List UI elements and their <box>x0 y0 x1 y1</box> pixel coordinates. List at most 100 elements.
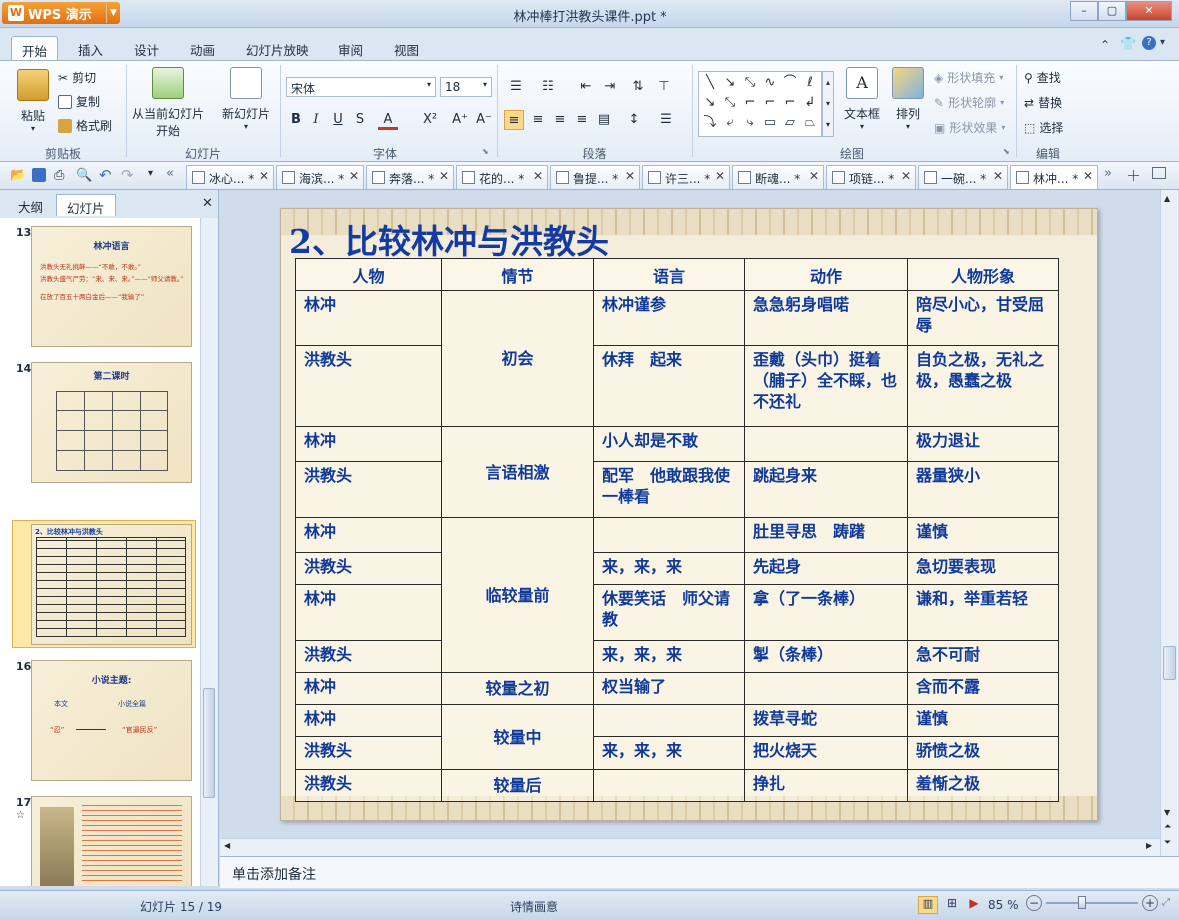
table-cell[interactable]: 林冲谨参 <box>593 290 745 346</box>
paste-button[interactable]: 粘贴 ▾ <box>16 69 50 133</box>
new-tab-icon[interactable]: ＋ <box>1126 165 1141 186</box>
help-icon[interactable]: ? <box>1142 36 1156 50</box>
scribble-shape-icon[interactable]: ℓ <box>800 73 820 93</box>
comparison-table[interactable]: 人物 情节 语言 动作 人物形象 林冲 初会 林冲谨参 急急躬身唱喏 陪尽小心，… <box>295 258 1059 802</box>
doc-tab[interactable]: 许三... * ✕ <box>642 165 730 189</box>
connector-shape-icon[interactable]: ↘ <box>700 93 720 113</box>
close-tab-icon[interactable]: ✕ <box>625 169 635 183</box>
normal-view-icon[interactable]: ▥ <box>918 896 938 914</box>
rectangle-shape-icon[interactable]: ▭ <box>760 113 780 133</box>
table-cell[interactable]: 挣扎 <box>744 769 908 802</box>
trapezoid-shape-icon[interactable]: ⏢ <box>800 113 820 133</box>
scroll-down-icon[interactable]: ▼ <box>1164 808 1170 817</box>
from-current-slide-button[interactable]: 从当前幻灯片 开始 <box>130 67 206 139</box>
doc-tab[interactable]: 花的... * ✕ <box>456 165 548 189</box>
previous-slide-icon[interactable]: ⏶ <box>1164 822 1171 832</box>
table-cell[interactable]: 林冲 <box>295 426 442 462</box>
slide-vertical-scrollbar[interactable]: ▲ ▼ ⏶ ⏷ <box>1160 190 1178 856</box>
doc-tab[interactable]: 鲁提... * ✕ <box>550 165 640 189</box>
tab-design[interactable]: 设计 <box>124 36 169 60</box>
shape-effect-button[interactable]: ▣ 形状效果 ▾ <box>934 119 1005 136</box>
table-cell[interactable]: 含而不露 <box>907 672 1059 705</box>
save-icon[interactable] <box>32 168 46 182</box>
close-tab-icon[interactable]: ✕ <box>901 169 911 183</box>
table-cell[interactable]: 林冲 <box>295 290 442 346</box>
redo-icon[interactable]: ↷ <box>121 166 134 184</box>
slide-scroll-thumb[interactable] <box>1163 646 1176 680</box>
line-shape-icon[interactable]: ╲ <box>700 73 720 93</box>
table-cell[interactable]: 临较量前 <box>441 517 594 673</box>
table-cell[interactable]: 洪教头 <box>295 345 442 427</box>
table-cell[interactable]: 肚里寻思 踌躇 <box>744 517 908 553</box>
header-cell[interactable]: 情节 <box>441 258 594 291</box>
zoom-slider[interactable] <box>1046 902 1138 904</box>
scroll-up-icon[interactable]: ▲ <box>1164 194 1170 203</box>
slide-thumbnail[interactable]: 第二课时 <box>31 362 192 483</box>
align-center-button[interactable]: ≡ <box>528 110 548 130</box>
justify-button[interactable]: ≡ <box>572 110 592 130</box>
table-cell[interactable]: 骄愤之极 <box>907 736 1059 770</box>
numbering-button[interactable]: ☷ <box>538 77 558 97</box>
scroll-tabs-left-icon[interactable]: « <box>166 166 174 181</box>
table-cell[interactable]: 权当输了 <box>593 672 745 705</box>
font-name-combo[interactable]: 宋体 ▾ <box>286 77 436 97</box>
elbow-double-arrow-icon[interactable]: ⌐ <box>780 93 800 113</box>
table-cell[interactable]: 较量中 <box>441 704 594 770</box>
ribbon-collapse-icon[interactable]: ⌃ <box>1100 38 1110 52</box>
table-cell[interactable] <box>744 672 908 705</box>
chevron-down-icon[interactable]: ▾ <box>1160 37 1165 48</box>
elbow-arrow-icon[interactable]: ⌐ <box>760 93 780 113</box>
table-cell[interactable]: 洪教头 <box>295 552 442 585</box>
align-right-button[interactable]: ≡ <box>550 110 570 130</box>
slide-thumbnail[interactable] <box>31 796 192 886</box>
slide-title[interactable]: 2、比较林冲与洪教头 <box>289 215 609 263</box>
table-cell[interactable]: 羞惭之极 <box>907 769 1059 802</box>
arrow-shape-icon[interactable]: ↘ <box>720 73 740 93</box>
grow-font-button[interactable]: A⁺ <box>450 110 470 130</box>
table-cell[interactable]: 极力退让 <box>907 426 1059 462</box>
shape-fill-button[interactable]: ◈ 形状填充 ▾ <box>934 69 1003 86</box>
table-cell[interactable]: 洪教头 <box>295 640 442 673</box>
shape-outline-button[interactable]: ✎ 形状轮廓 ▾ <box>934 94 1004 111</box>
arrange-button[interactable]: 排列 ▾ <box>888 67 928 131</box>
table-cell[interactable]: 谨慎 <box>907 704 1059 737</box>
table-cell[interactable]: 拨草寻蛇 <box>744 704 908 737</box>
close-tab-icon[interactable]: ✕ <box>715 169 725 183</box>
table-cell[interactable]: 陪尽小心，甘受屈辱 <box>907 290 1059 346</box>
elbow-connector-icon[interactable]: ⌐ <box>740 93 760 113</box>
slide-thumbnail[interactable]: 小说主题: 本文 小说全篇 “忍” “官逼民反” <box>31 660 192 781</box>
tab-outline[interactable]: 大纲 <box>8 194 53 216</box>
zoom-in-icon[interactable]: + <box>1142 895 1158 911</box>
table-cell[interactable]: 急不可耐 <box>907 640 1059 673</box>
table-cell[interactable]: 较量后 <box>441 769 594 802</box>
slide[interactable]: 2、比较林冲与洪教头 人物 情节 语言 动作 人物形象 林冲 初会 林冲谨参 急… <box>280 208 1098 821</box>
connector-arrow-icon[interactable]: ⤡ <box>720 93 740 113</box>
skin-icon[interactable]: 👕 <box>1120 37 1136 52</box>
shapes-gallery[interactable]: ╲ ↘ ⤡ ∿ ⌒ ℓ ↘ ⤡ ⌐ ⌐ ⌐ ↲ ⤵ ⤶ ⤷ ▭ ▱ ⏢ <box>698 71 822 137</box>
table-cell[interactable]: 小人却是不敢 <box>593 426 745 462</box>
bold-button[interactable]: B <box>286 110 306 130</box>
table-cell[interactable]: 谨慎 <box>907 517 1059 553</box>
curved-double-arrow-icon[interactable]: ⤶ <box>720 113 740 133</box>
table-cell[interactable]: 拿（了一条棒） <box>744 584 908 641</box>
minimize-button[interactable]: – <box>1070 1 1098 21</box>
maximize-button[interactable]: ▢ <box>1098 1 1126 21</box>
font-size-combo[interactable]: 18 ▾ <box>440 77 492 97</box>
shrink-font-button[interactable]: A⁻ <box>474 110 494 130</box>
undo-icon[interactable]: ↶ <box>99 166 112 184</box>
doc-tab[interactable]: 断魂... * ✕ <box>732 165 824 189</box>
line-spacing-button[interactable]: ↕ <box>624 110 644 130</box>
table-cell[interactable]: 林冲 <box>295 517 442 553</box>
zoom-slider-handle[interactable] <box>1078 896 1086 909</box>
slide-thumbnail-selected[interactable]: 2、比较林冲与洪教头 <box>31 524 192 645</box>
doc-tab[interactable]: 海滨... * ✕ <box>276 165 364 189</box>
table-cell[interactable]: 洪教头 <box>295 461 442 518</box>
close-tab-icon[interactable]: ✕ <box>533 169 543 183</box>
scroll-left-icon[interactable]: ◀ <box>224 841 230 850</box>
table-cell[interactable]: 掣（条棒） <box>744 640 908 673</box>
scroll-right-icon[interactable]: ▶ <box>1146 841 1152 850</box>
table-cell[interactable]: 言语相激 <box>441 426 594 518</box>
table-cell[interactable]: 林冲 <box>295 584 442 641</box>
open-folder-icon[interactable]: 📂 <box>10 168 26 183</box>
tab-insert[interactable]: 插入 <box>68 36 113 60</box>
